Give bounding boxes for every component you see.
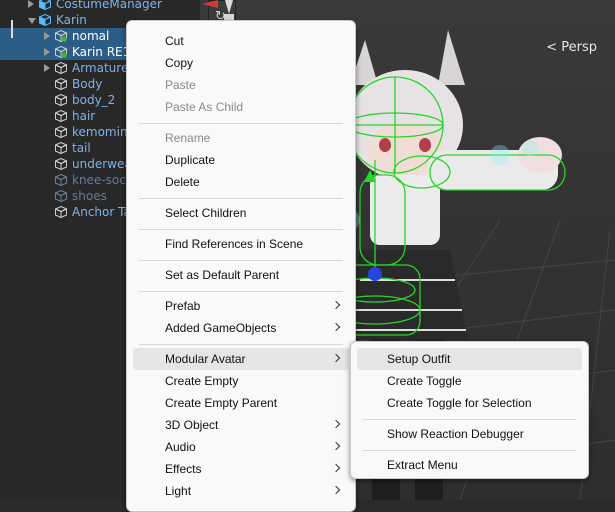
hierarchy-item-label: body_2 (72, 93, 116, 107)
menu-separator (139, 343, 343, 345)
menu-item-delete[interactable]: Delete (133, 171, 349, 193)
menu-item-set-as-default-parent[interactable]: Set as Default Parent (133, 264, 349, 286)
prefab-cube-icon (55, 30, 67, 42)
menu-item-prefab[interactable]: Prefab (133, 295, 349, 317)
menu-item-create-toggle-for-selection[interactable]: Create Toggle for Selection (357, 392, 582, 414)
menu-item-label: Added GameObjects (165, 321, 277, 335)
hierarchy-item-label: nomal (72, 29, 110, 43)
menu-item-label: Show Reaction Debugger (387, 427, 524, 441)
hierarchy-item-label: hair (72, 109, 96, 123)
menu-item-select-children[interactable]: Select Children (133, 202, 349, 224)
menu-separator (139, 290, 343, 292)
gameobject-cube-icon (55, 206, 67, 218)
gameobject-cube-icon (39, 0, 51, 10)
gameobject-cube-icon (55, 62, 67, 74)
menu-item-label: Delete (165, 175, 200, 189)
menu-item-label: 3D Object (165, 418, 219, 432)
menu-item-setup-outfit[interactable]: Setup Outfit (357, 348, 582, 370)
prefab-cube-icon (55, 46, 67, 58)
modular-avatar-submenu: Setup Outfit Create Toggle Create Toggle f… (350, 341, 589, 479)
chevron-right-icon (331, 419, 341, 429)
menu-separator (139, 228, 343, 230)
hierarchy-item-label: Body (72, 77, 103, 91)
menu-item-label: Effects (165, 462, 202, 476)
menu-item-light[interactable]: Light (133, 480, 349, 502)
chevron-right-icon (331, 485, 341, 495)
menu-item-label: Paste (165, 78, 196, 92)
gameobject-cube-icon (55, 78, 67, 90)
menu-item-label: Copy (165, 56, 194, 70)
menu-item-label: Paste As Child (165, 100, 244, 114)
gameobject-cube-icon (39, 14, 51, 26)
menu-item-rename: Rename (133, 127, 349, 149)
menu-item-label: Light (165, 484, 192, 498)
menu-item-label: Create Empty (165, 374, 239, 388)
expand-right-icon[interactable] (28, 0, 34, 8)
context-menu: Cut Copy Paste Paste As Child Rename Duplicat… (126, 20, 356, 512)
menu-item-cut[interactable]: Cut (133, 30, 349, 52)
gameobject-cube-icon (55, 142, 67, 154)
menu-item-find-references-in-scene[interactable]: Find References in Scene (133, 233, 349, 255)
hierarchy-item-costumemanager[interactable]: CostumeManager (0, 0, 200, 12)
chevron-right-icon (331, 441, 341, 451)
gameobject-cube-icon (55, 158, 67, 170)
persp-label[interactable]: < Persp (546, 40, 597, 55)
chevron-right-icon (331, 322, 341, 332)
menu-item-copy[interactable]: Copy (133, 52, 349, 74)
hierarchy-item-label: Karin (56, 13, 87, 27)
gameobject-cube-icon (55, 174, 67, 186)
hierarchy-item-label: tail (72, 141, 91, 155)
menu-separator (139, 197, 343, 199)
menu-item-audio[interactable]: Audio (133, 436, 349, 458)
menu-item-show-reaction-debugger[interactable]: Show Reaction Debugger (357, 423, 582, 445)
gameobject-cube-icon (55, 126, 67, 138)
menu-item-label: Extract Menu (387, 458, 458, 472)
menu-item-label: Create Toggle (387, 374, 462, 388)
menu-item-modular-avatar[interactable]: Modular Avatar (133, 348, 349, 370)
menu-item-label: Setup Outfit (387, 352, 451, 366)
menu-item-effects[interactable]: Effects (133, 458, 349, 480)
hierarchy-item-label: shoes (72, 189, 107, 203)
chevron-right-icon (331, 353, 341, 363)
menu-item-added-gameobjects[interactable]: Added GameObjects (133, 317, 349, 339)
menu-item-label: Duplicate (165, 153, 216, 167)
gameobject-cube-icon (55, 94, 67, 106)
menu-item-create-toggle[interactable]: Create Toggle (357, 370, 582, 392)
menu-item-label: Select Children (165, 206, 247, 220)
menu-item-label: Modular Avatar (165, 352, 246, 366)
hierarchy-item-label: CostumeManager (56, 0, 162, 11)
menu-item-label: Find References in Scene (165, 237, 304, 251)
menu-item-create-empty[interactable]: Create Empty (133, 370, 349, 392)
menu-item-duplicate[interactable]: Duplicate (133, 149, 349, 171)
menu-item-label: Create Toggle for Selection (387, 396, 532, 410)
gameobject-cube-icon (55, 110, 67, 122)
selection-indicator (11, 20, 13, 38)
menu-item-extract-menu[interactable]: Extract Menu (357, 454, 582, 476)
menu-item-paste-as-child: Paste As Child (133, 96, 349, 118)
menu-item-label: Prefab (165, 299, 201, 313)
menu-item-paste: Paste (133, 74, 349, 96)
expand-right-icon[interactable] (44, 48, 50, 56)
pivot-handle (368, 267, 382, 281)
menu-separator (363, 449, 576, 451)
chevron-right-icon (331, 300, 341, 310)
menu-item-label: Create Empty Parent (165, 396, 278, 410)
menu-item-label: Rename (165, 131, 211, 145)
menu-item-create-empty-parent[interactable]: Create Empty Parent (133, 392, 349, 414)
expand-right-icon[interactable] (44, 32, 50, 40)
chevron-right-icon (331, 463, 341, 473)
hierarchy-item-label: Armature (72, 61, 129, 75)
menu-item-label: Set as Default Parent (165, 268, 280, 282)
menu-item-3d-object[interactable]: 3D Object (133, 414, 349, 436)
menu-separator (139, 259, 343, 261)
menu-item-label: Cut (165, 34, 184, 48)
expand-right-icon[interactable] (44, 64, 50, 72)
gameobject-cube-icon (55, 190, 67, 202)
menu-item-label: Audio (165, 440, 196, 454)
expand-down-icon[interactable] (28, 18, 36, 24)
menu-separator (139, 122, 343, 124)
menu-separator (363, 418, 576, 420)
